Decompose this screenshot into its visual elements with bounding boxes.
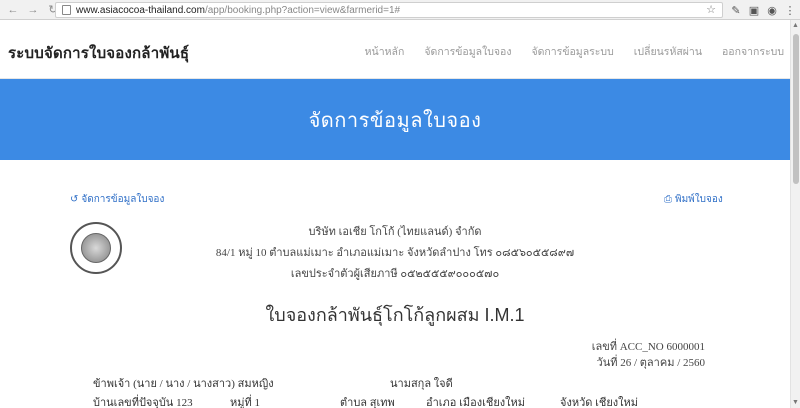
nav-logout[interactable]: ออกจากระบบ — [722, 43, 784, 60]
province-field: จังหวัด เชียงใหม่ — [560, 397, 639, 408]
amphoe-field: อำเภอ เมืองเชียงใหม่ — [426, 397, 526, 408]
scroll-down-icon[interactable]: ▼ — [792, 399, 799, 406]
house-number-field: บ้านเลขที่ปัจจุบัน 123 — [93, 397, 193, 408]
print-icon: ⎙ — [664, 194, 672, 205]
scroll-thumb[interactable] — [793, 34, 799, 184]
extension-icon[interactable]: ✎ — [729, 3, 743, 17]
document-title: ใบจองกล้าพันธุ์โกโก้ลูกผสม I.M.1 — [265, 305, 525, 325]
url-domain: www.asiacocoa-thailand.com — [76, 4, 205, 16]
applicant-name-field: ข้าพเจ้า (นาย / นาง / นางสาว) สมหญิง — [93, 378, 274, 390]
extension-globe-icon[interactable]: ◉ — [765, 3, 779, 17]
url-path: /app/booking.php?action=view&farmerid=1# — [204, 4, 401, 16]
print-booking-label: พิมพ์ใบจอง — [675, 194, 723, 205]
bookmark-star-icon[interactable]: ☆ — [706, 3, 716, 16]
nav-links: หน้าหลัก จัดการข้อมูลใบจอง จัดการข้อมูลร… — [345, 43, 784, 60]
moo-field: หมู่ที่ 1 — [230, 397, 261, 408]
company-tax-id: เลขประจำตัวผู้เสียภาษี ๐๕๒๕๕๕๙๐๐๐๕๗๐ — [290, 268, 500, 280]
browser-toolbar: ← → ↻ www.asiacocoa-thailand.com /app/bo… — [0, 0, 800, 20]
nav-manage-booking[interactable]: จัดการข้อมูลใบจอง — [424, 43, 511, 60]
brand-title[interactable]: ระบบจัดการใบจองกล้าพันธุ์ — [8, 41, 189, 65]
back-arrow-icon[interactable]: ← — [6, 3, 20, 17]
scroll-up-icon[interactable]: ▲ — [792, 22, 799, 29]
menu-icon[interactable]: ⋮ — [783, 3, 797, 17]
page-title: จัดการข้อมูลใบจอง — [308, 109, 482, 132]
forward-arrow-icon[interactable]: → — [26, 3, 40, 17]
nav-home[interactable]: หน้าหลัก — [365, 43, 405, 60]
page-scrollbar[interactable]: ▲ ▼ — [790, 20, 800, 408]
applicant-surname-field: นามสกุล ใจดี — [390, 378, 453, 390]
address-bar[interactable]: www.asiacocoa-thailand.com /app/booking.… — [55, 2, 723, 18]
top-navbar: ระบบจัดการใบจองกล้าพันธุ์ หน้าหลัก จัดกา… — [0, 20, 790, 79]
manage-booking-label: จัดการข้อมูลใบจอง — [81, 194, 165, 205]
company-address: 84/1 หมู่ 10 ตำบลแม่เมาะ อำเภอแม่เมาะ จั… — [215, 247, 575, 259]
tambon-field: ตำบล สุเทพ — [340, 397, 395, 408]
refresh-icon: ↺ — [70, 194, 79, 205]
nav-change-password[interactable]: เปลี่ยนรหัสผ่าน — [634, 43, 702, 60]
manage-booking-link[interactable]: ↺ จัดการข้อมูลใบจอง — [70, 192, 164, 207]
cast-icon[interactable]: ▣ — [747, 3, 761, 17]
company-name: บริษัท เอเชีย โกโก้ (ไทยแลนด์) จำกัด — [308, 226, 482, 238]
document-date: วันที่ 26 / ตุลาคม / 2560 — [596, 357, 705, 369]
print-booking-link[interactable]: ⎙ พิมพ์ใบจอง — [664, 192, 723, 207]
page-icon — [62, 5, 71, 15]
page-header-banner: จัดการข้อมูลใบจอง — [0, 79, 790, 160]
nav-manage-system[interactable]: จัดการข้อมูลระบบ — [531, 43, 613, 60]
